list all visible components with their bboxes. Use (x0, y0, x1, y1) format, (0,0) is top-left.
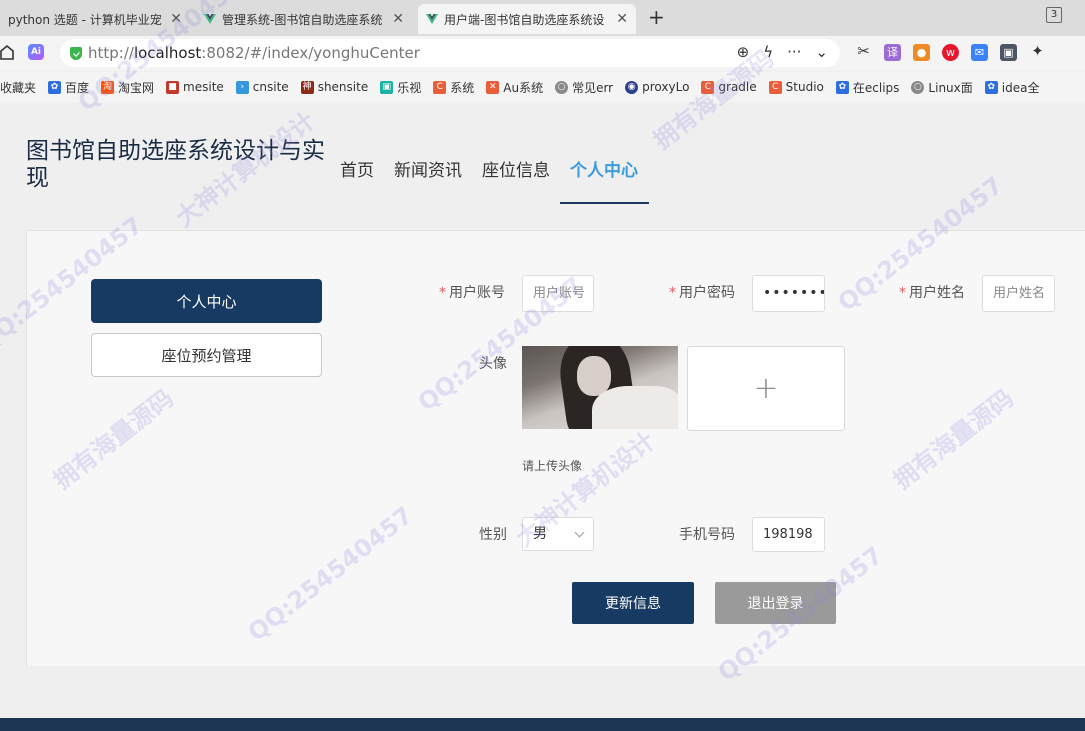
bookmark-item[interactable]: C Studio (768, 80, 824, 94)
proxy-icon: ◉ (625, 80, 639, 94)
nav-active-underline (560, 202, 649, 204)
tab-label: 管理系统-图书馆自助选座系统 (222, 12, 383, 27)
bookmark-item[interactable]: ✿ 百度 (48, 79, 89, 96)
browser-tab-strip: python 选题 - 计算机毕业宠 ✕ 管理系统-图书馆自助选座系统 ✕ 用户… (0, 0, 1085, 36)
close-icon[interactable]: ✕ (616, 11, 628, 27)
shensite-icon: 神 (300, 80, 314, 94)
globe-icon: ○ (555, 80, 569, 94)
mail-icon[interactable]: ✉ (971, 44, 988, 61)
bookmark-item[interactable]: ✕ Au系统 (486, 79, 543, 96)
bookmark-item[interactable]: ◉ proxyLo (625, 80, 689, 94)
url-text[interactable]: http://localhost:8082/#/index/yonghuCent… (88, 44, 420, 62)
bookmark-item[interactable]: ■ mesite (166, 80, 224, 94)
extensions-icon[interactable]: ✦ (1029, 44, 1046, 61)
ai-assistant-icon[interactable]: Ai (28, 44, 44, 60)
bookmark-item[interactable]: 淘淘宝网 (101, 79, 154, 96)
name-label: * 用户姓名 (899, 285, 965, 301)
browser-tab-python[interactable]: python 选题 - 计算机毕业宠 ✕ (0, 4, 190, 34)
mesite-icon: ■ (166, 80, 180, 94)
gender-select[interactable]: 男 (522, 517, 594, 551)
security-shield-icon (70, 46, 82, 60)
studio-icon: C (768, 80, 782, 94)
tab-label: 用户端-图书馆自助选座系统设 (444, 12, 605, 27)
avatar-upload-box[interactable]: + (687, 346, 845, 431)
nav-item-profile[interactable]: 个人中心 (570, 156, 638, 181)
sidebar-item-profile[interactable]: 个人中心 (91, 279, 322, 323)
chevron-down-icon[interactable]: ⌄ (815, 43, 828, 61)
bookmark-item[interactable]: ○ Linux面 (911, 79, 973, 96)
close-icon[interactable]: ✕ (392, 11, 404, 27)
page: 图书馆自助选座系统设计与实现 首页 新闻资讯 座位信息 个人中心 个人中心 座位… (0, 104, 1085, 731)
plus-icon: + (753, 371, 779, 406)
new-tab-icon[interactable]: + (648, 5, 665, 29)
cnsite-icon: › (235, 80, 249, 94)
bookmarks-bar: 收藏夹 ✿ 百度 淘淘宝网 ■ mesite › cnsite 神 shensite ▣… (0, 72, 1085, 102)
gradle-icon: C (701, 80, 715, 94)
site-title: 图书馆自助选座系统设计与实现 (26, 138, 325, 191)
phone-input[interactable]: 198198 (752, 517, 825, 552)
bookmark-item[interactable]: 收藏夹 (0, 79, 36, 96)
sidebar-item-seat-reservations[interactable]: 座位预约管理 (91, 333, 322, 377)
name-input[interactable]: 用户姓名 (982, 275, 1055, 312)
bookmark-item[interactable]: 神 shensite (300, 80, 368, 94)
logout-button[interactable]: 退出登录 (715, 582, 836, 624)
address-row: Ai http://localhost:8082/#/index/yonghuC… (0, 36, 1085, 70)
globe-icon: ○ (911, 80, 925, 94)
gender-label: 性别 (479, 527, 507, 543)
home-icon[interactable] (0, 44, 14, 60)
lightning-icon[interactable]: ϟ (763, 43, 773, 61)
password-input[interactable]: •••••••••• (752, 275, 825, 312)
letv-icon: ▣ (380, 80, 394, 94)
account-label: * 用户账号 (439, 285, 505, 301)
browser-tab-admin[interactable]: 管理系统-图书馆自助选座系统 ✕ (196, 4, 412, 34)
avatar-label: 头像 (479, 356, 507, 372)
phone-label: 手机号码 (679, 527, 735, 543)
taobao-icon: 淘 (101, 80, 115, 94)
bookmark-item[interactable]: ▣ 乐视 (380, 79, 421, 96)
system-icon: C (433, 80, 447, 94)
account-input[interactable]: 用户账号 (522, 275, 594, 312)
bookmark-item[interactable]: ○ 常见err (555, 79, 613, 96)
baidu-icon: ✿ (48, 80, 62, 94)
baidu-icon: ✿ (984, 80, 998, 94)
bookmark-item[interactable]: ✿ 在eclips (835, 79, 899, 96)
more-icon[interactable]: ··· (787, 43, 801, 61)
bookmark-item[interactable]: C 系统 (433, 79, 474, 96)
vue-logo-icon (204, 14, 216, 24)
main-nav: 首页 新闻资讯 座位信息 个人中心 (340, 156, 658, 181)
scissors-icon[interactable]: ✂ (855, 44, 872, 61)
reading-icon[interactable]: ▣ (1000, 44, 1017, 61)
nav-item-home[interactable]: 首页 (340, 156, 374, 181)
tab-label: python 选题 - 计算机毕业宠 (8, 12, 162, 27)
au-system-icon: ✕ (486, 80, 500, 94)
upload-hint: 请上传头像 (522, 459, 583, 473)
address-bar[interactable]: http://localhost:8082/#/index/yonghuCent… (60, 39, 840, 67)
zoom-icon[interactable]: ⊕ (737, 43, 750, 61)
tab-count-badge[interactable]: 3 (1046, 7, 1062, 23)
update-info-button[interactable]: 更新信息 (572, 582, 694, 624)
close-icon[interactable]: ✕ (170, 11, 182, 27)
bookmark-item[interactable]: ✿ idea全 (984, 79, 1039, 96)
nav-item-news[interactable]: 新闻资讯 (394, 156, 462, 181)
chevron-down-icon (574, 527, 585, 538)
bookmark-item[interactable]: › cnsite (235, 80, 289, 94)
game-icon[interactable]: ● (913, 44, 930, 61)
footer-bar (0, 718, 1085, 731)
bookmark-item[interactable]: Cgradle (701, 80, 757, 94)
weibo-icon[interactable]: w (942, 44, 959, 61)
avatar-image (522, 346, 678, 429)
profile-panel: 个人中心 座位预约管理 *用户账号 用户账号 *用户密码 •••••••••• … (26, 230, 1085, 666)
vue-logo-icon (426, 14, 438, 24)
translate-icon[interactable]: 译 (884, 44, 901, 61)
browser-tab-user[interactable]: 用户端-图书馆自助选座系统设 ✕ (418, 4, 636, 34)
baidu-icon: ✿ (835, 80, 849, 94)
nav-item-seats[interactable]: 座位信息 (482, 156, 550, 181)
password-label: * 用户密码 (669, 285, 735, 301)
